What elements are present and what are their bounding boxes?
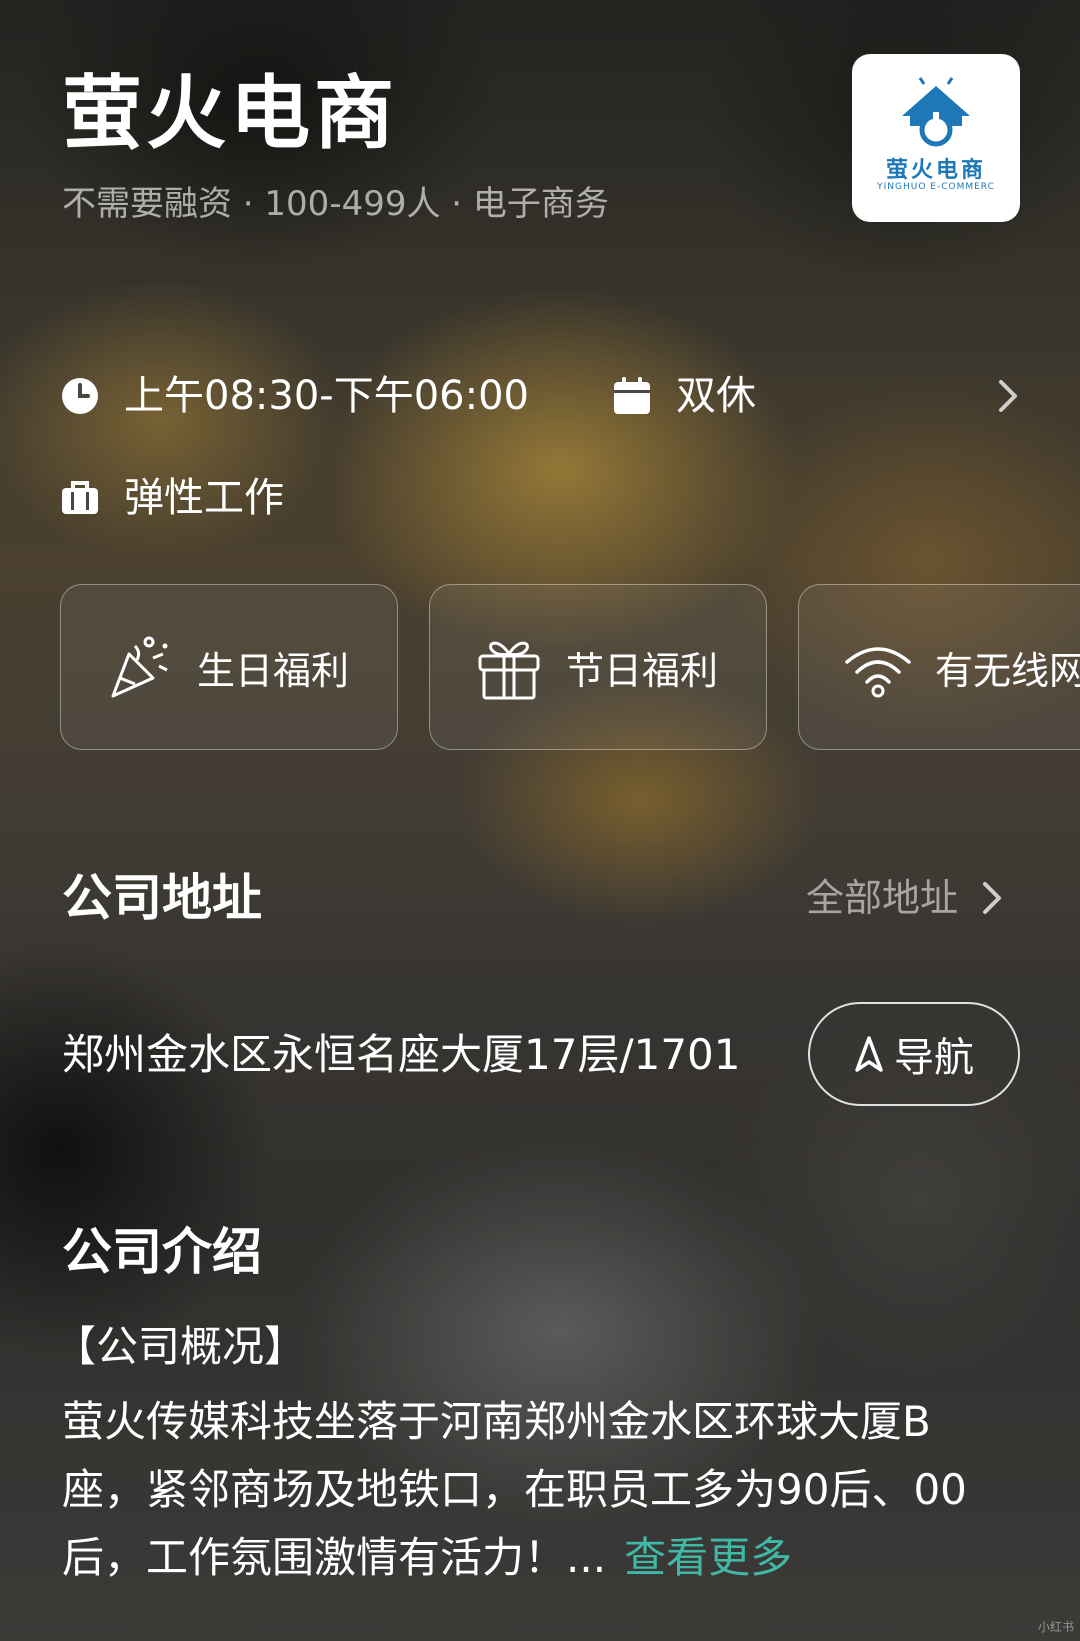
work-hours-text: 上午08:30-下午06:00 (124, 373, 529, 419)
benefit-card-holiday[interactable]: 节日福利 (429, 584, 767, 750)
benefit-label: 生日福利 (197, 648, 350, 693)
company-name: 萤火电商 (62, 67, 398, 160)
chevron-right-icon (983, 882, 1002, 914)
logo-house-icon (902, 77, 970, 147)
work-hours: 上午08:30-下午06:00 (60, 368, 529, 424)
work-type-text: 弹性工作 (124, 475, 284, 521)
intro-body: 萤火传媒科技坐落于河南郑州金水区环球大厦B座，紧邻商场及地铁口，在职员工多为90… (62, 1388, 1012, 1592)
work-type: 弹性工作 (60, 470, 284, 526)
clock-icon (62, 378, 98, 414)
intro-section-title: 公司介绍 (62, 1223, 262, 1281)
navigate-button-label: 导航 (894, 1035, 974, 1081)
intro-body-text: 萤火传媒科技坐落于河南郑州金水区环球大厦B座，紧邻商场及地铁口，在职员工多为90… (62, 1397, 967, 1582)
navigate-button[interactable]: 导航 (808, 1002, 1020, 1106)
benefit-label: 节日福利 (566, 648, 719, 693)
company-logo: 萤火电商 YINGHUO E-COMMERC (852, 54, 1020, 222)
briefcase-icon (62, 481, 98, 514)
navigation-arrow-icon (855, 1036, 883, 1072)
gift-icon (478, 641, 540, 700)
company-meta: 不需要融资 · 100-499人 · 电子商务 (62, 184, 609, 224)
all-addresses-link[interactable]: 全部地址 (806, 870, 1004, 926)
rest-days-text: 双休 (676, 373, 756, 419)
benefit-card-wifi[interactable]: 有无线网 (798, 584, 1080, 750)
benefit-label: 有无线网 (935, 648, 1080, 693)
intro-heading: 【公司概况】 (54, 1322, 307, 1371)
address-section-title: 公司地址 (62, 869, 262, 927)
wifi-icon (845, 647, 911, 698)
logo-text: 萤火电商 (885, 158, 986, 183)
see-more-link[interactable]: 查看更多 (624, 1533, 792, 1582)
rest-days: 双休 (612, 368, 756, 424)
company-address: 郑州金水区永恒名座大厦17层/1701 (62, 1030, 741, 1079)
calendar-icon (614, 377, 650, 414)
logo-subtext: YINGHUO E-COMMERC (877, 182, 995, 192)
party-popper-icon (111, 636, 168, 698)
benefit-card-birthday[interactable]: 生日福利 (60, 584, 398, 750)
watermark: 小红书 (1037, 1620, 1074, 1634)
all-addresses-label: 全部地址 (806, 876, 959, 920)
chevron-right-icon[interactable] (996, 376, 1020, 416)
